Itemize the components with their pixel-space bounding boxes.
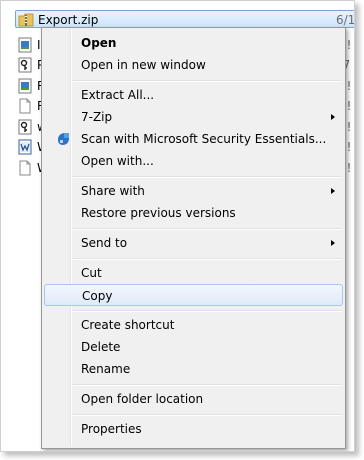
menu-item-open[interactable]: Open: [44, 32, 343, 54]
menu-item-copy[interactable]: Copy: [44, 284, 343, 306]
menu-item-label: Open with...: [81, 154, 154, 168]
menu-separator: [73, 384, 342, 386]
menu-item-label: Scan with Microsoft Security Essentials.…: [81, 132, 327, 146]
file-row-export-zip[interactable]: Export.zip 6/16: [15, 10, 354, 28]
menu-separator: [73, 258, 342, 260]
document-icon: [19, 98, 31, 114]
submenu-arrow-icon: [331, 240, 335, 246]
menu-separator: [73, 414, 342, 416]
explorer-file-list: Export.zip 6/16 In /1! P 27 R /1!: [0, 0, 355, 452]
menu-item-create-shortcut[interactable]: Create shortcut: [44, 314, 343, 336]
menu-item-label: Extract All...: [81, 88, 155, 102]
menu-item-rename[interactable]: Rename: [44, 358, 343, 380]
menu-item-label: Send to: [81, 236, 128, 250]
menu-item-open-with[interactable]: Open with...: [44, 150, 343, 172]
menu-item-label: 7-Zip: [81, 110, 113, 124]
menu-item-delete[interactable]: Delete: [44, 336, 343, 358]
microsoft-security-essentials-icon: [58, 133, 69, 145]
menu-item-7zip[interactable]: 7-Zip: [44, 106, 343, 128]
menu-item-send-to[interactable]: Send to: [44, 232, 343, 254]
menu-item-label: Delete: [81, 340, 121, 354]
menu-item-scan-mse[interactable]: Scan with Microsoft Security Essentials.…: [44, 128, 343, 150]
menu-item-restore-previous-versions[interactable]: Restore previous versions: [44, 202, 343, 224]
menu-separator: [73, 176, 342, 178]
menu-item-cut[interactable]: Cut: [44, 262, 343, 284]
menu-item-label: Open in new window: [81, 58, 206, 72]
menu-item-properties[interactable]: Properties: [44, 418, 343, 440]
image-file-icon: [18, 37, 32, 53]
context-menu: Open Open in new window Extract All... 7…: [41, 27, 346, 449]
menu-separator: [73, 310, 342, 312]
word-document-icon: [18, 139, 32, 155]
menu-item-share-with[interactable]: Share with: [44, 180, 343, 202]
menu-item-label: Create shortcut: [81, 318, 175, 332]
image-file-icon: [18, 78, 32, 94]
menu-item-label: Open folder location: [81, 392, 204, 406]
menu-item-label: Properties: [81, 422, 142, 436]
menu-item-label: Cut: [81, 266, 102, 280]
key-file-icon: [18, 57, 32, 73]
menu-item-label: Open: [81, 36, 117, 50]
submenu-arrow-icon: [331, 114, 335, 120]
document-icon: [19, 160, 31, 176]
menu-item-label: Rename: [81, 362, 131, 376]
menu-item-open-folder-location[interactable]: Open folder location: [44, 388, 343, 410]
menu-separator: [73, 228, 342, 230]
menu-item-extract-all[interactable]: Extract All...: [44, 84, 343, 106]
key-file-icon: [18, 119, 32, 135]
zip-folder-icon: [18, 13, 34, 27]
menu-item-label: Share with: [81, 184, 145, 198]
menu-separator: [73, 80, 342, 82]
submenu-arrow-icon: [331, 188, 335, 194]
menu-item-label: Restore previous versions: [81, 206, 236, 220]
menu-item-label: Copy: [82, 289, 113, 303]
menu-item-open-new-window[interactable]: Open in new window: [44, 54, 343, 76]
